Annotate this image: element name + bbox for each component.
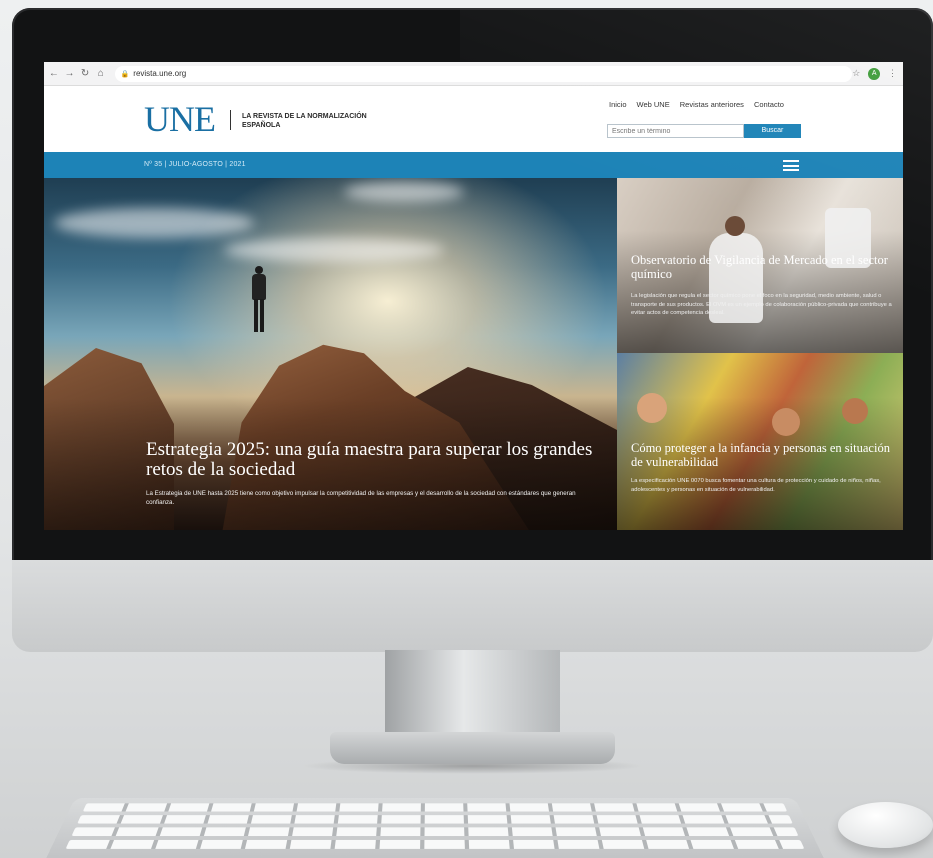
keyboard: [42, 798, 828, 858]
screen: ← → ↻ ⌂ 🔒 revista.une.org ☆ A ⋮ UNE LA R…: [44, 62, 903, 530]
article-card-infancia[interactable]: Cómo proteger a la infancia y personas e…: [617, 353, 903, 530]
child-shape: [637, 393, 667, 423]
address-bar[interactable]: 🔒 revista.une.org: [114, 65, 853, 82]
climber-silhouette: [251, 266, 267, 332]
nav-link-inicio[interactable]: Inicio: [609, 100, 627, 109]
url-text: revista.une.org: [133, 69, 187, 78]
issue-bar: Nº 35 | JULIO-AGOSTO | 2021: [44, 152, 903, 178]
child-shape: [772, 408, 800, 436]
nav-link-revistas-anteriores[interactable]: Revistas anteriores: [680, 100, 744, 109]
forward-icon[interactable]: →: [64, 68, 76, 79]
lab-worker-head: [725, 216, 745, 236]
browser-toolbar: ← → ↻ ⌂ 🔒 revista.une.org ☆ A ⋮: [44, 62, 903, 86]
bookmark-star-icon[interactable]: ☆: [852, 68, 860, 79]
site-tagline: LA REVISTA DE LA NORMALIZACIÓN ESPAÑOLA: [242, 113, 367, 129]
nav-link-web-une[interactable]: Web UNE: [637, 100, 670, 109]
article-card-quimico[interactable]: Observatorio de Vigilancia de Mercado en…: [617, 178, 903, 353]
hero-description: La Estrategia de UNE hasta 2025 tiene co…: [146, 490, 576, 506]
browser-menu-icon[interactable]: ⋮: [888, 68, 897, 79]
profile-avatar[interactable]: A: [868, 67, 880, 80]
search-input[interactable]: [607, 124, 744, 138]
issue-label: Nº 35 | JULIO-AGOSTO | 2021: [144, 161, 246, 168]
top-nav: Inicio Web UNE Revistas anteriores Conta…: [609, 100, 784, 109]
card-title[interactable]: Observatorio de Vigilancia de Mercado en…: [631, 253, 893, 281]
keyboard-key-row: [71, 827, 799, 837]
monitor-stand: [385, 650, 560, 740]
home-icon[interactable]: ⌂: [95, 68, 107, 79]
card-description: La legislación que regula el sector quím…: [631, 293, 892, 316]
keyboard-key-row: [65, 839, 805, 849]
keyboard-key-row: [77, 815, 793, 824]
card-title[interactable]: Cómo proteger a la infancia y personas e…: [631, 441, 893, 469]
nav-link-contacto[interactable]: Contacto: [754, 100, 784, 109]
back-icon[interactable]: ←: [48, 68, 60, 79]
mouse: [838, 802, 933, 848]
monitor-stand-base: [330, 732, 615, 764]
monitor-chin: [12, 560, 933, 652]
reload-icon[interactable]: ↻: [79, 68, 91, 79]
hamburger-menu-icon[interactable]: [783, 160, 799, 171]
hero-article[interactable]: Estrategia 2025: una guía maestra para s…: [44, 178, 617, 530]
cloud-shape: [54, 208, 254, 238]
hero-title[interactable]: Estrategia 2025: una guía maestra para s…: [146, 440, 606, 480]
child-shape: [842, 398, 868, 424]
site-header: UNE LA REVISTA DE LA NORMALIZACIÓN ESPAÑ…: [44, 86, 903, 152]
search-button[interactable]: Buscar: [744, 124, 801, 138]
cloud-shape: [344, 182, 464, 202]
lock-icon: 🔒: [120, 70, 130, 78]
une-logo[interactable]: UNE: [144, 98, 216, 140]
logo-divider: [230, 110, 231, 130]
cloud-shape: [224, 238, 444, 262]
keyboard-key-row: [82, 803, 788, 812]
card-description: La especificación UNE 0070 busca fomenta…: [631, 478, 881, 493]
